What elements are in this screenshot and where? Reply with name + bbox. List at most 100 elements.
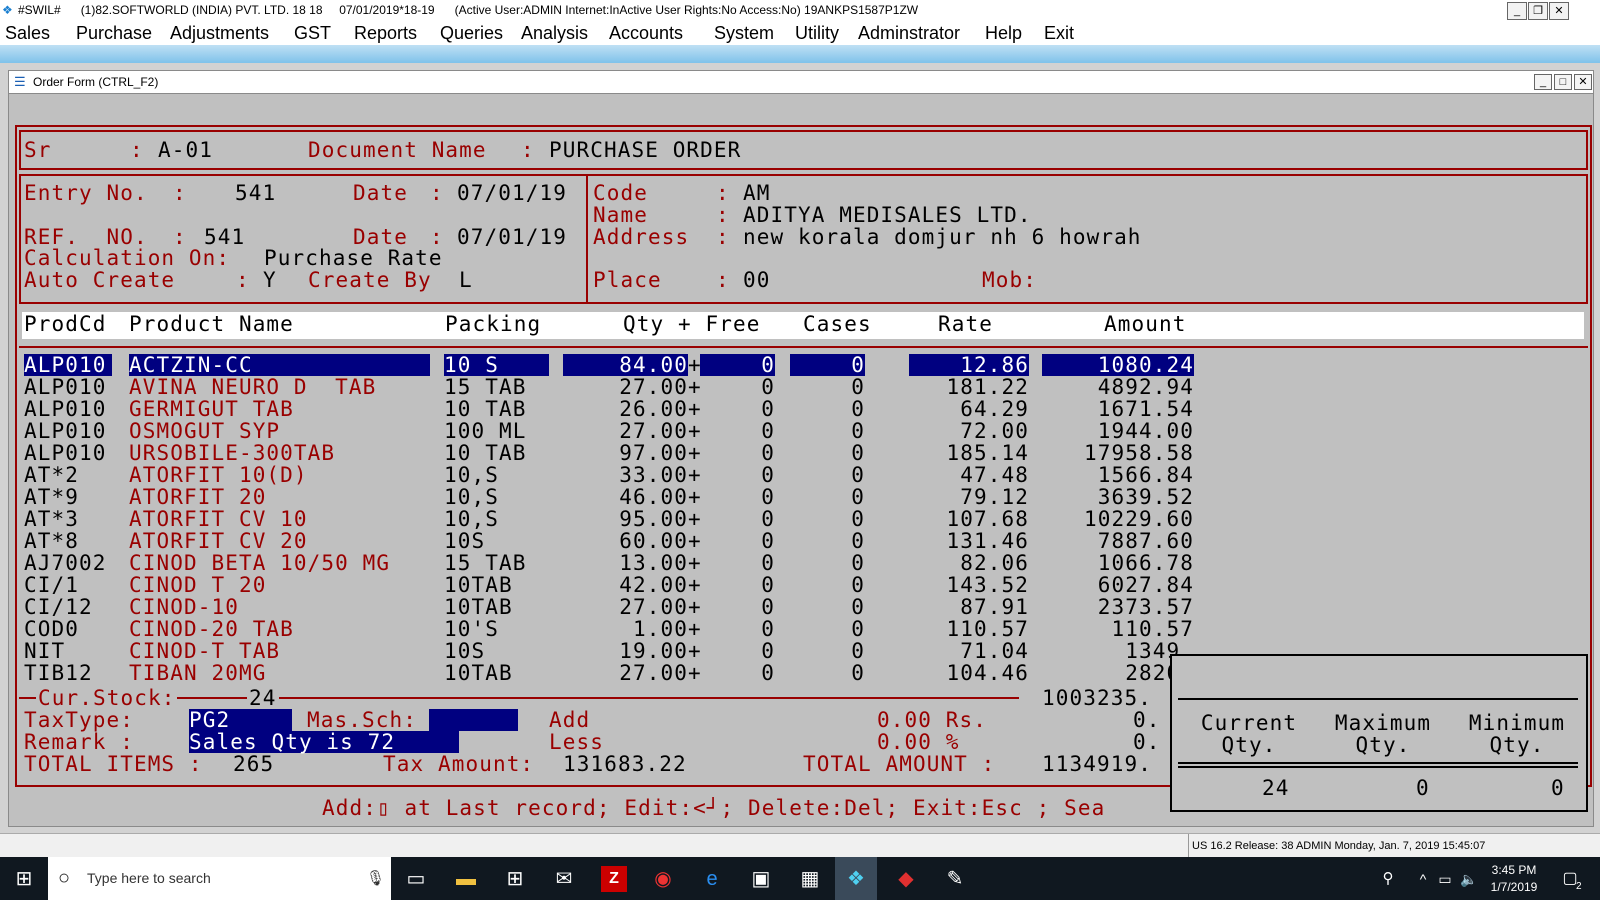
row-amount[interactable]: 110.57 <box>1042 618 1194 640</box>
row-free[interactable]: 0 <box>700 376 775 398</box>
table-row[interactable]: AT*9 ATORFIT 20 10,S 46.00 0 0 79.12 3639.52 + <box>0 486 1200 508</box>
less-value[interactable]: 0.00 % <box>877 731 959 753</box>
row-free[interactable]: 0 <box>700 640 775 662</box>
row-amount[interactable]: 4892.94 <box>1042 376 1194 398</box>
row-code[interactable]: COD0 <box>24 618 112 640</box>
remark-field[interactable]: Sales Qty is 72 <box>189 731 459 753</box>
row-packing[interactable]: 10 S <box>444 354 549 376</box>
row-free[interactable]: 0 <box>700 398 775 420</box>
table-row[interactable]: ALP010 URSOBILE-300TAB 10 TAB 97.00 0 0 185.14… <box>0 442 1200 464</box>
row-amount[interactable]: 6027.84 <box>1042 574 1194 596</box>
row-code[interactable]: ALP010 <box>24 354 112 376</box>
network-icon[interactable]: ▭ <box>1432 866 1458 892</box>
menu-utility[interactable]: Utility <box>795 21 839 45</box>
row-qty[interactable]: 27.00 <box>563 420 688 442</box>
row-rate[interactable]: 104.46 <box>909 662 1029 684</box>
row-packing[interactable]: 15 TAB <box>444 376 549 398</box>
row-cases[interactable]: 0 <box>790 398 865 420</box>
menu-purchase[interactable]: Purchase <box>76 21 152 45</box>
row-code[interactable]: TIB12 <box>24 662 112 684</box>
row-product-name[interactable]: AVINA NEURO D TAB <box>129 376 430 398</box>
menu-exit[interactable]: Exit <box>1044 21 1074 45</box>
row-product-name[interactable]: ATORFIT CV 20 <box>129 530 430 552</box>
row-packing[interactable]: 10TAB <box>444 662 549 684</box>
row-cases[interactable]: 0 <box>790 618 865 640</box>
row-cases[interactable]: 0 <box>790 486 865 508</box>
row-code[interactable]: AT*9 <box>24 486 112 508</box>
row-free[interactable]: 0 <box>700 530 775 552</box>
row-code[interactable]: CI/1 <box>24 574 112 596</box>
row-code[interactable]: ALP010 <box>24 420 112 442</box>
child-minimize-button[interactable]: _ <box>1534 74 1552 90</box>
row-product-name[interactable]: OSMOGUT SYP <box>129 420 430 442</box>
maximize-button[interactable]: ❐ <box>1528 2 1548 20</box>
row-code[interactable]: NIT <box>24 640 112 662</box>
windows-start-icon[interactable]: ⊞ <box>11 866 37 892</box>
row-qty[interactable]: 19.00 <box>563 640 688 662</box>
date-value[interactable]: 07/01/19 <box>457 182 567 204</box>
row-product-name[interactable]: CINOD T 20 <box>129 574 430 596</box>
row-rate[interactable]: 185.14 <box>909 442 1029 464</box>
row-cases[interactable]: 0 <box>790 376 865 398</box>
taxtype-field[interactable]: PG2 <box>189 709 292 731</box>
row-cases[interactable]: 0 <box>790 508 865 530</box>
row-free[interactable]: 0 <box>700 618 775 640</box>
row-free[interactable]: 0 <box>700 596 775 618</box>
paint-icon[interactable]: ✎ <box>942 866 968 892</box>
row-packing[interactable]: 10TAB <box>444 596 549 618</box>
row-rate[interactable]: 107.68 <box>909 508 1029 530</box>
row-cases[interactable]: 0 <box>790 442 865 464</box>
create-by-value[interactable]: L <box>459 269 473 291</box>
menu-help[interactable]: Help <box>985 21 1022 45</box>
add-value[interactable]: 0.00 Rs. <box>877 709 987 731</box>
row-cases[interactable]: 0 <box>790 530 865 552</box>
row-code[interactable]: ALP010 <box>24 376 112 398</box>
row-packing[interactable]: 10 TAB <box>444 442 549 464</box>
row-qty[interactable]: 42.00 <box>563 574 688 596</box>
table-row[interactable]: AJ7002 CINOD BETA 10/50 MG 15 TAB 13.00 0 0 82… <box>0 552 1200 574</box>
entry-value[interactable]: 541 <box>235 182 276 204</box>
auto-create-value[interactable]: Y <box>263 269 277 291</box>
table-row[interactable]: CI/1 CINOD T 20 10TAB 42.00 0 0 143.52 6027.84 + <box>0 574 1200 596</box>
row-packing[interactable]: 10,S <box>444 464 549 486</box>
ref-date-value[interactable]: 07/01/19 <box>457 226 567 248</box>
table-row[interactable]: ALP010 ACTZIN-CC 10 S 84.00 0 0 12.86 1080.24 + <box>0 354 1200 376</box>
row-rate[interactable]: 181.22 <box>909 376 1029 398</box>
row-product-name[interactable]: ATORFIT 10(D) <box>129 464 430 486</box>
row-qty[interactable]: 13.00 <box>563 552 688 574</box>
remote-desktop-icon[interactable]: ▣ <box>748 866 774 892</box>
row-cases[interactable]: 0 <box>790 662 865 684</box>
row-code[interactable]: AT*3 <box>24 508 112 530</box>
row-packing[interactable]: 10TAB <box>444 574 549 596</box>
row-rate[interactable]: 87.91 <box>909 596 1029 618</box>
row-free[interactable]: 0 <box>700 662 775 684</box>
row-amount[interactable]: 17958.58 <box>1042 442 1194 464</box>
chrome-icon[interactable]: ◉ <box>650 866 676 892</box>
people-icon[interactable]: ⚲ <box>1375 866 1401 892</box>
row-packing[interactable]: 10 TAB <box>444 398 549 420</box>
row-cases[interactable]: 0 <box>790 574 865 596</box>
row-code[interactable]: AJ7002 <box>24 552 112 574</box>
child-close-button[interactable]: ✕ <box>1574 74 1592 90</box>
row-amount[interactable]: 1066.78 <box>1042 552 1194 574</box>
row-rate[interactable]: 47.48 <box>909 464 1029 486</box>
edge-icon[interactable]: e <box>699 866 725 892</box>
menu-adjustments[interactable]: Adjustments <box>170 21 269 45</box>
row-product-name[interactable]: CINOD-20 TAB <box>129 618 430 640</box>
menu-queries[interactable]: Queries <box>440 21 503 45</box>
row-packing[interactable]: 10S <box>444 640 549 662</box>
row-packing[interactable]: 10S <box>444 530 549 552</box>
menu-administrator[interactable]: Adminstrator <box>858 21 960 45</box>
row-amount[interactable]: 2373.57 <box>1042 596 1194 618</box>
row-amount[interactable]: 10229.60 <box>1042 508 1194 530</box>
row-cases[interactable]: 0 <box>790 464 865 486</box>
close-button[interactable]: ✕ <box>1549 2 1569 20</box>
row-free[interactable]: 0 <box>700 442 775 464</box>
menu-analysis[interactable]: Analysis <box>521 21 588 45</box>
row-rate[interactable]: 79.12 <box>909 486 1029 508</box>
table-row[interactable]: COD0 CINOD-20 TAB 10'S 1.00 0 0 110.57 110.57 + <box>0 618 1200 640</box>
mail-icon[interactable]: ✉ <box>551 866 577 892</box>
row-product-name[interactable]: ATORFIT CV 10 <box>129 508 430 530</box>
row-packing[interactable]: 10'S <box>444 618 549 640</box>
row-packing[interactable]: 15 TAB <box>444 552 549 574</box>
